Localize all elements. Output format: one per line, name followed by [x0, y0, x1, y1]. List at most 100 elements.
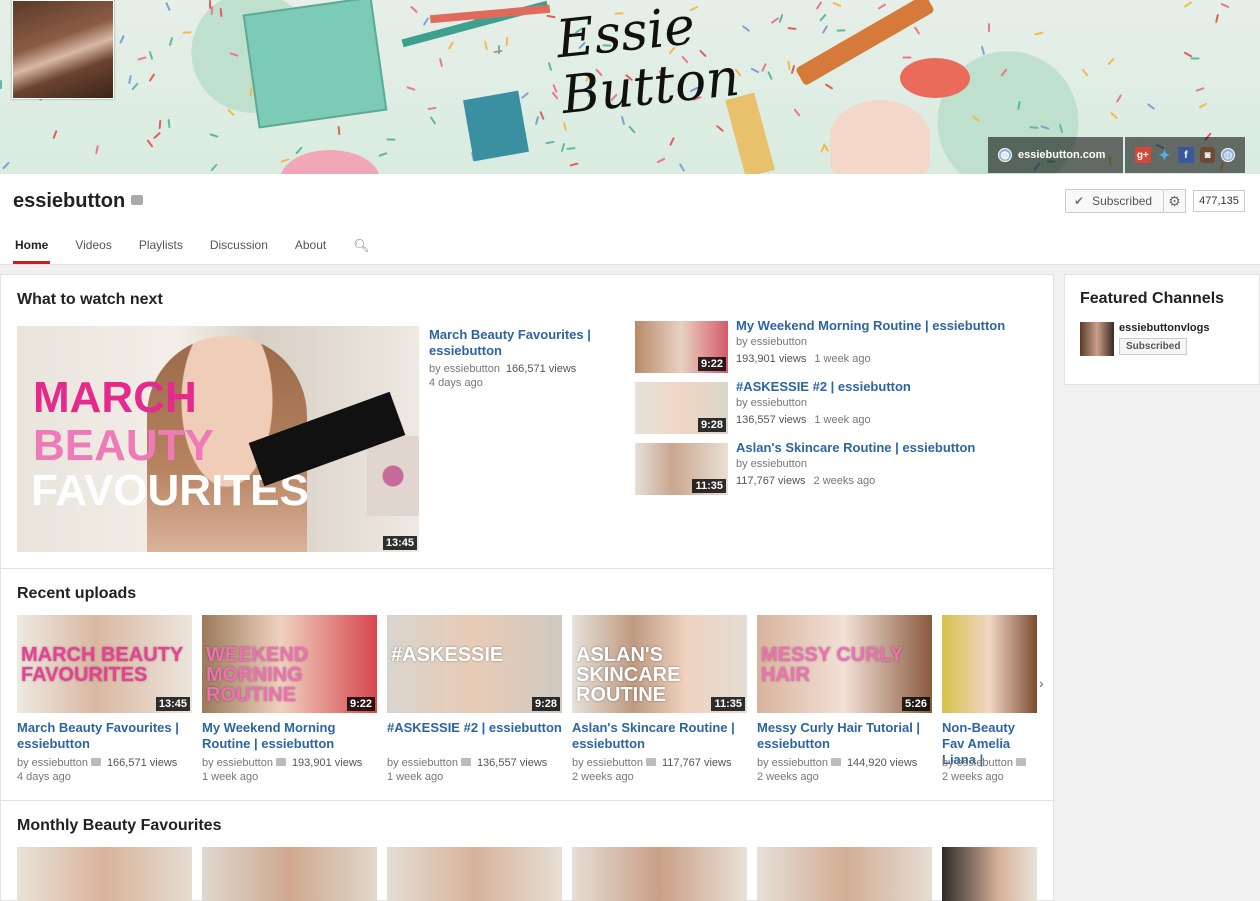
chevron-right-icon[interactable]: ›: [1039, 675, 1044, 691]
video-stats: by essiebutton 117,767 views: [572, 756, 750, 770]
sprinkle-decoration: [0, 80, 3, 90]
thumbnail-overlay-text: MARCH BEAUTY FAVOURITES: [21, 644, 183, 686]
video-views: 166,571 views: [505, 363, 577, 375]
sprinkle-decoration: [902, 56, 912, 59]
social-links: g+ ✦ f ◙ ◍: [1125, 137, 1245, 173]
section-title-watch-next: What to watch next: [17, 291, 163, 308]
video-thumbnail[interactable]: [387, 847, 562, 901]
video-thumbnail[interactable]: #ASKESSIE 9:28: [387, 615, 562, 713]
section-divider: [1, 800, 1055, 801]
video-title[interactable]: Aslan's Skincare Routine | essiebutton: [572, 720, 750, 752]
bottle-illustration: [463, 90, 529, 162]
sprinkle-decoration: [988, 22, 991, 32]
video-thumbnail[interactable]: [17, 847, 192, 901]
thumbnail-overlay-text: ASLAN'S SKINCARE ROUTINE: [576, 644, 681, 706]
video-duration: 11:35: [711, 697, 745, 711]
video-thumbnail[interactable]: MARCH BEAUTY FAVOURITES 13:45: [17, 615, 192, 713]
video-age: 2 weeks ago: [813, 475, 876, 487]
featured-video-title[interactable]: March Beauty Favourites | essiebutton: [429, 327, 619, 359]
video-duration: 9:22: [346, 697, 375, 711]
video-stats: 136,557 views 1 week ago: [736, 413, 871, 427]
video-thumbnail[interactable]: 9:28: [635, 382, 728, 434]
google-plus-icon[interactable]: g+: [1135, 147, 1151, 163]
channel-banner: Essie Button ◍ essiebutton.com g+ ✦ f ◙ …: [0, 0, 1260, 174]
thumbnail-overlay-text: BEAUTY: [33, 421, 214, 470]
featured-channels-title: Featured Channels: [1080, 290, 1225, 307]
subscribe-button[interactable]: ✔ Subscribed: [1065, 189, 1164, 213]
video-stats: by essiebutton: [942, 756, 1037, 770]
section-title-monthly-favourites: Monthly Beauty Favourites: [17, 817, 222, 834]
video-thumbnail[interactable]: [942, 615, 1037, 713]
bulb-illustration: [900, 58, 970, 98]
video-author: by essiebutton: [736, 458, 807, 470]
video-thumbnail[interactable]: [757, 847, 932, 901]
sprinkle-decoration: [836, 29, 846, 32]
video-thumbnail[interactable]: [942, 847, 1037, 901]
twitter-icon[interactable]: ✦: [1157, 147, 1173, 163]
sprinkle-decoration: [208, 0, 212, 10]
video-author: by essiebutton: [572, 757, 643, 769]
video-title[interactable]: #ASKESSIE #2 | essiebutton: [387, 720, 565, 736]
video-duration: 9:22: [697, 357, 726, 371]
video-title[interactable]: My Weekend Morning Routine | essiebutton: [202, 720, 380, 752]
thumbnail-overlay-text: WEEKEND MORNING ROUTINE: [206, 644, 309, 706]
featured-channel-name[interactable]: essiebuttonvlogs: [1119, 322, 1209, 334]
video-thumbnail[interactable]: [572, 847, 747, 901]
sprinkle-decoration: [167, 119, 171, 129]
video-author: by essiebutton: [736, 336, 807, 348]
video-thumbnail[interactable]: MESSY CURLY HAIR 5:26: [757, 615, 932, 713]
tab-playlists[interactable]: Playlists: [139, 238, 183, 264]
channel-tabs: Home Videos Playlists Discussion About 🔍…: [12, 238, 397, 264]
search-icon[interactable]: 🔍︎: [353, 238, 370, 264]
subscription-settings-button[interactable]: ⚙: [1164, 189, 1186, 213]
video-views: 193,901 views: [736, 353, 807, 365]
notebook-illustration: [242, 0, 388, 129]
video-age: 1 week ago: [387, 771, 444, 783]
sprinkle-decoration: [182, 30, 192, 34]
video-thumbnail[interactable]: 9:22: [635, 321, 728, 373]
channel-avatar[interactable]: [12, 0, 114, 99]
globe-icon[interactable]: ◍: [1221, 148, 1235, 162]
video-author: by essiebutton: [17, 757, 88, 769]
verified-icon: [460, 758, 471, 766]
video-title[interactable]: #ASKESSIE #2 | essiebutton: [736, 379, 1036, 395]
tab-discussion[interactable]: Discussion: [210, 238, 268, 264]
video-thumbnail[interactable]: WEEKEND MORNING ROUTINE 9:22: [202, 615, 377, 713]
website-link[interactable]: ◍ essiebutton.com: [988, 137, 1123, 173]
video-duration: 13:45: [155, 697, 190, 711]
video-stats: by essiebutton 166,571 views: [17, 756, 195, 770]
tab-about[interactable]: About: [295, 238, 326, 264]
video-title[interactable]: Messy Curly Hair Tutorial | essiebutton: [757, 720, 935, 752]
featured-video-thumbnail[interactable]: MARCH BEAUTY FAVOURITES 13:45: [17, 326, 419, 552]
video-thumbnail[interactable]: 11:35: [635, 443, 728, 495]
video-duration: 13:45: [382, 536, 417, 550]
video-age: 2 weeks ago: [757, 771, 819, 783]
video-age: 2 weeks ago: [572, 771, 634, 783]
thumbnail-overlay-text: #ASKESSIE: [391, 644, 504, 666]
video-stats: 193,901 views 1 week ago: [736, 352, 871, 366]
banner-logo: Essie Button: [553, 0, 743, 127]
featured-channel-subscribe-button[interactable]: Subscribed: [1119, 338, 1188, 355]
video-stats: by essiebutton 144,920 views: [757, 756, 935, 770]
section-divider: [1, 568, 1055, 569]
video-duration: 11:35: [692, 479, 726, 493]
video-views: 166,571 views: [106, 757, 178, 769]
thumbnail-overlay-text: MESSY CURLY HAIR: [761, 644, 903, 686]
tab-videos[interactable]: Videos: [75, 238, 111, 264]
verified-icon: [131, 195, 144, 205]
video-title[interactable]: My Weekend Morning Routine | essiebutton: [736, 318, 1036, 334]
subscriber-count: 477,135: [1193, 190, 1245, 212]
video-duration: 9:28: [531, 697, 560, 711]
verified-icon: [830, 758, 841, 766]
video-thumbnail[interactable]: ASLAN'S SKINCARE ROUTINE 11:35: [572, 615, 747, 713]
video-title[interactable]: Aslan's Skincare Routine | essiebutton: [736, 440, 1036, 456]
instagram-icon[interactable]: ◙: [1199, 147, 1216, 163]
video-age: 4 days ago: [429, 377, 483, 389]
featured-channel-avatar[interactable]: [1080, 322, 1114, 356]
video-thumbnail[interactable]: [202, 847, 377, 901]
video-views: 117,767 views: [661, 757, 732, 769]
video-title[interactable]: March Beauty Favourites | essiebutton: [17, 720, 195, 752]
tab-home[interactable]: Home: [12, 238, 51, 264]
video-author: by essiebutton: [942, 757, 1013, 769]
facebook-icon[interactable]: f: [1178, 147, 1194, 163]
